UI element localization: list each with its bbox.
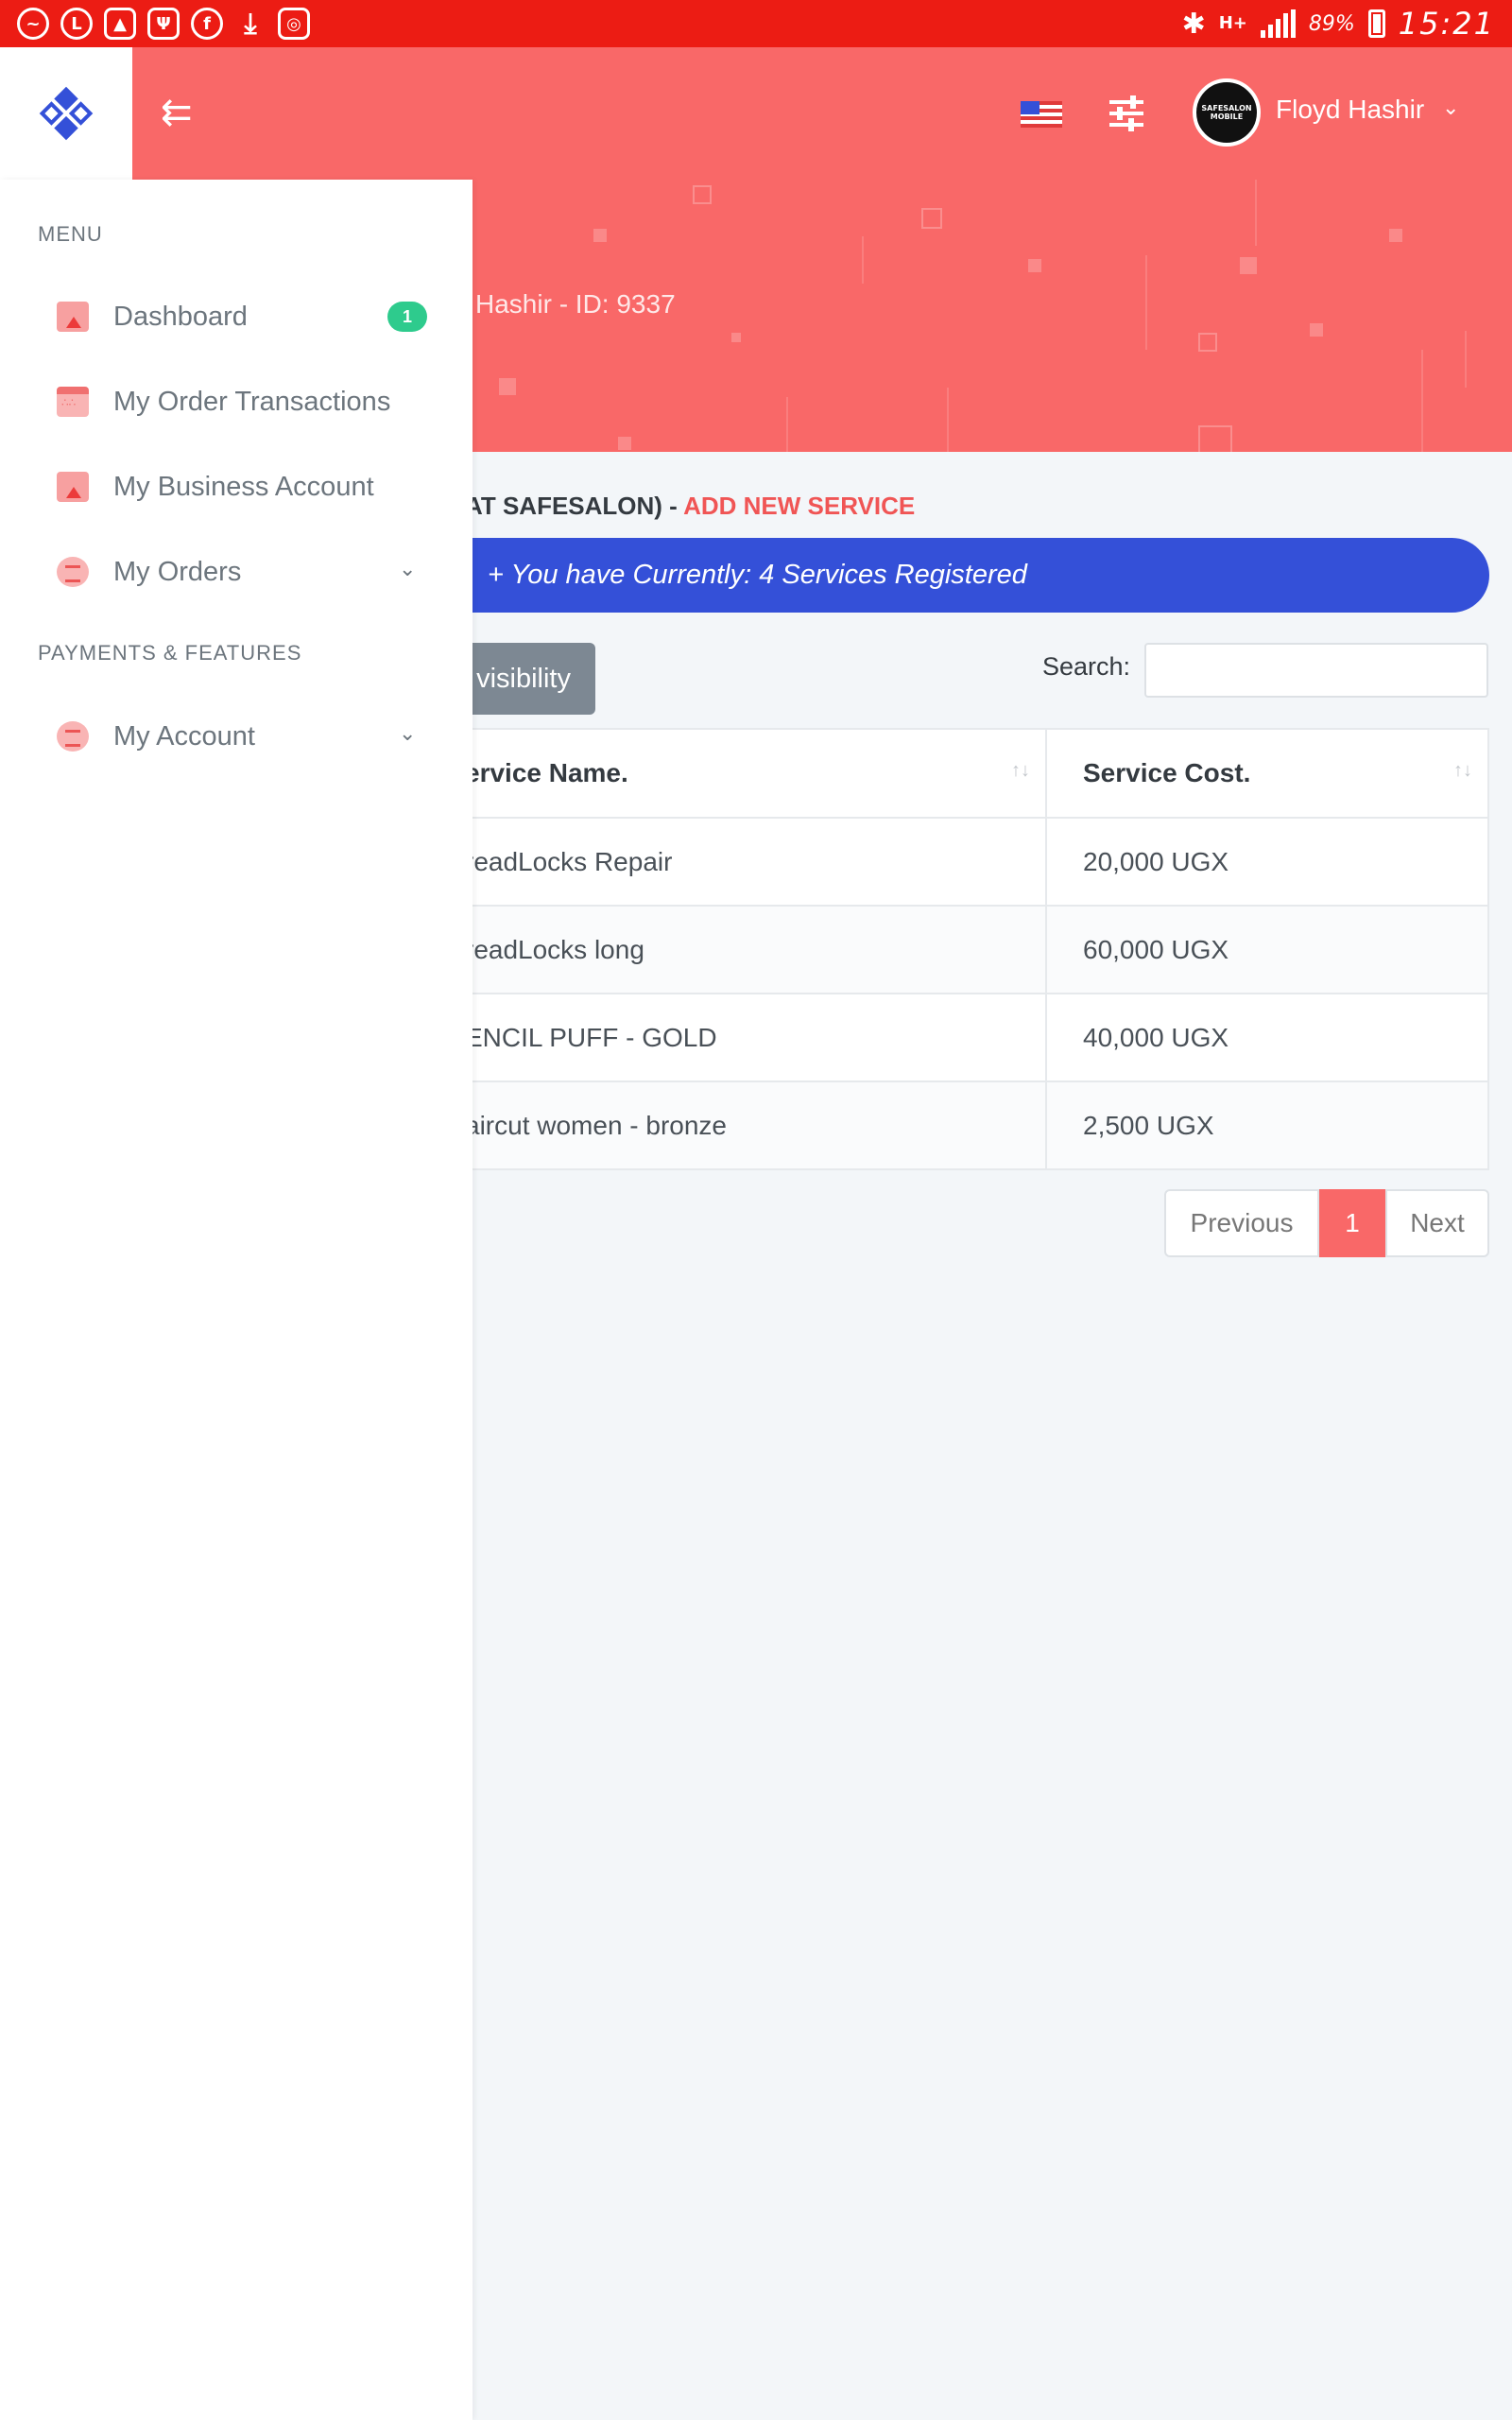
top-header: ⇇ SAFESALON MOBILE Floyd Hashir ⌄ (0, 47, 1512, 180)
sidebar: MENU Dashboard 1 My Order Transactions M… (0, 180, 472, 2420)
sidebar-item-business-account[interactable]: My Business Account (38, 458, 435, 515)
chevron-down-icon[interactable]: ⌄ (399, 721, 416, 746)
sidebar-item-label: Dashboard (113, 301, 248, 332)
signal-icon (1260, 9, 1296, 38)
sort-icon[interactable]: ↑↓ (1453, 760, 1472, 782)
pagination: Previous 1 Next (1164, 1189, 1489, 1257)
sidebar-item-label: My Order Transactions (113, 386, 391, 417)
add-new-service-link[interactable]: ADD NEW SERVICE (683, 492, 915, 520)
column-header-label: Service Cost. (1083, 758, 1251, 787)
business-account-icon (57, 472, 89, 502)
table-row: readLocks long 60,000 UGX (427, 905, 1489, 994)
sidebar-item-my-account[interactable]: My Account ⌄ (38, 708, 435, 765)
menu-collapse-icon[interactable]: ⇇ (161, 91, 208, 134)
sort-icon[interactable]: ↑↓ (1011, 760, 1030, 782)
service-name-cell: ENCIL PUFF - GOLD (427, 993, 1047, 1082)
sidebar-item-my-orders[interactable]: My Orders ⌄ (38, 544, 435, 600)
service-cost-cell: 60,000 UGX (1045, 905, 1489, 994)
decor-line (786, 397, 788, 452)
decor-dot (593, 229, 607, 242)
search-label: Search: (1042, 652, 1131, 681)
avatar[interactable]: SAFESALON MOBILE (1193, 78, 1261, 147)
sidebar-item-order-transactions[interactable]: My Order Transactions (38, 373, 435, 430)
decor-square (693, 185, 712, 204)
table-header-row: ervice Name. ↑↓ Service Cost. ↑↓ (427, 728, 1489, 819)
chevron-down-icon[interactable]: ⌄ (399, 557, 416, 581)
gallery-icon: ▲ (104, 8, 136, 40)
account-chat-icon (57, 721, 89, 752)
column-header-label: ervice Name. (465, 758, 628, 787)
notification-icons: ~ L ▲ Ψ f ⤓ ◎ (17, 7, 310, 41)
search-input[interactable] (1144, 643, 1488, 698)
notification-badge: 1 (387, 302, 427, 332)
network-type: H+ (1218, 13, 1247, 33)
settings-sliders-icon[interactable] (1108, 95, 1145, 132)
chevron-down-icon[interactable]: ⌄ (1442, 96, 1459, 120)
decor-line (862, 236, 864, 284)
decor-dot (1240, 257, 1257, 274)
us-flag-icon[interactable] (1021, 101, 1062, 128)
decor-line (1465, 331, 1467, 388)
decor-dot (499, 378, 516, 395)
table-row: aircut women - bronze 2,500 UGX (427, 1080, 1489, 1170)
battery-percent: 89% (1308, 11, 1355, 36)
table-row: ENCIL PUFF - GOLD 40,000 UGX (427, 993, 1489, 1082)
page-title-text: AT SAFESALON) - (465, 492, 684, 520)
service-cost-cell: 20,000 UGX (1045, 817, 1489, 907)
logo-icon (39, 86, 94, 141)
decor-dot (1310, 323, 1323, 337)
menu-section-title: MENU (38, 222, 103, 246)
messenger-icon: ~ (17, 8, 49, 40)
decor-line (1145, 255, 1147, 350)
download-icon: ⤓ (244, 7, 257, 41)
page-number-button[interactable]: 1 (1319, 1189, 1385, 1257)
column-header-service-name[interactable]: ervice Name. ↑↓ (427, 728, 1047, 819)
table-row: readLocks Repair 20,000 UGX (427, 817, 1489, 907)
orders-chat-icon (57, 557, 89, 587)
clock: 15:21 (1398, 6, 1495, 42)
user-name[interactable]: Floyd Hashir (1276, 95, 1424, 125)
payments-section-title: PAYMENTS & FEATURES (38, 641, 302, 665)
decor-dot (1028, 259, 1041, 272)
usb-icon: Ψ (147, 8, 180, 40)
app-icon: L (60, 8, 93, 40)
decor-square (1198, 333, 1217, 352)
sidebar-item-label: My Business Account (113, 471, 374, 502)
sidebar-item-label: My Orders (113, 556, 242, 587)
next-page-button[interactable]: Next (1385, 1189, 1489, 1257)
decor-square (1198, 425, 1232, 452)
services-table: ervice Name. ↑↓ Service Cost. ↑↓ readLocks… (427, 728, 1489, 1170)
service-name-cell: readLocks Repair (427, 817, 1047, 907)
instagram-icon: ◎ (278, 8, 310, 40)
bluetooth-icon: ✱ (1181, 7, 1206, 41)
service-name-cell: readLocks long (427, 905, 1047, 994)
decor-line (947, 388, 949, 452)
page-title: AT SAFESALON) - ADD NEW SERVICE (465, 492, 915, 521)
previous-page-button[interactable]: Previous (1164, 1189, 1319, 1257)
calendar-icon (57, 387, 89, 417)
decor-line (1421, 350, 1423, 452)
decor-dot (1389, 229, 1402, 242)
status-bar: ~ L ▲ Ψ f ⤓ ◎ ✱ H+ 89% 15:21 (0, 0, 1512, 47)
dashboard-icon (57, 302, 89, 332)
decor-square (921, 208, 942, 229)
facebook-icon: f (191, 8, 223, 40)
sidebar-item-dashboard[interactable]: Dashboard 1 (38, 288, 435, 345)
service-name-cell: aircut women - bronze (427, 1080, 1047, 1170)
services-count-banner: + You have Currently: 4 Services Registe… (427, 538, 1489, 613)
service-cost-cell: 40,000 UGX (1045, 993, 1489, 1082)
sidebar-item-label: My Account (113, 720, 255, 752)
service-cost-cell: 2,500 UGX (1045, 1080, 1489, 1170)
decor-dot (731, 333, 741, 342)
user-id-text: Hashir - ID: 9337 (475, 289, 676, 319)
decor-dot (618, 437, 631, 450)
battery-icon (1367, 9, 1385, 38)
decor-line (1255, 180, 1257, 246)
column-header-service-cost[interactable]: Service Cost. ↑↓ (1045, 728, 1489, 819)
logo[interactable] (0, 47, 132, 180)
